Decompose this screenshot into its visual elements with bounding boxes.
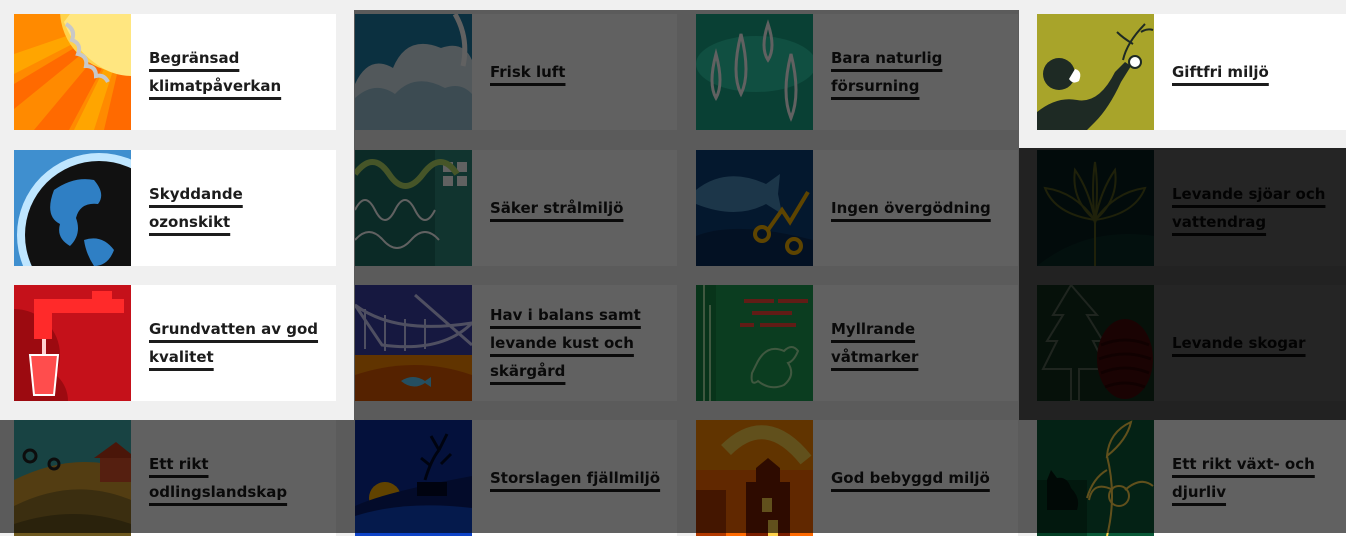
boat-fish-icon	[355, 285, 472, 401]
farm-landscape-icon	[14, 420, 131, 536]
buildings-icon	[696, 420, 813, 536]
goal-title: Skyddande ozonskikt	[131, 180, 336, 236]
frog-icon	[696, 285, 813, 401]
goal-card-hav-i-balans[interactable]: Hav i balans samt levande kust och skärg…	[355, 285, 677, 401]
goal-title-link[interactable]: Levande skogar	[1172, 334, 1306, 352]
goal-title-link[interactable]: Säker strålmiljö	[490, 199, 623, 217]
goal-title-link[interactable]: Frisk luft	[490, 63, 565, 81]
goal-title: Ett rikt växt- och djurliv	[1154, 450, 1346, 506]
globe-icon	[14, 150, 131, 266]
goal-title-link[interactable]: Grundvatten av god kvalitet	[149, 320, 318, 366]
person-reaching-icon	[1037, 14, 1154, 130]
goal-card-levande-sjoar-och-vattendrag[interactable]: Levande sjöar och vattendrag	[1037, 150, 1346, 266]
goal-title-link[interactable]: Ingen övergödning	[831, 199, 991, 217]
goal-card-frisk-luft[interactable]: Frisk luft	[355, 14, 677, 130]
goal-title: Myllrande våtmarker	[813, 315, 1018, 371]
goal-card-bara-naturlig-forsurning[interactable]: Bara naturlig försurning	[696, 14, 1018, 130]
goal-card-storslagen-fjallmiljo[interactable]: Storslagen fjällmiljö	[355, 420, 677, 536]
goal-title-link[interactable]: Skyddande ozonskikt	[149, 185, 243, 231]
goal-card-skyddande-ozonskikt[interactable]: Skyddande ozonskikt	[14, 150, 336, 266]
fish-molecule-icon	[696, 150, 813, 266]
goal-title: Hav i balans samt levande kust och skärg…	[472, 301, 677, 385]
goal-title-link[interactable]: Ett rikt växt- och djurliv	[1172, 455, 1315, 501]
environmental-goals-grid: Begränsad klimatpåverkan Frisk luft Bara…	[0, 0, 1346, 536]
water-lily-icon	[1037, 150, 1154, 266]
cloud-icon	[355, 14, 472, 130]
goal-title: Giftfri miljö	[1154, 58, 1283, 86]
goal-title: Levande sjöar och vattendrag	[1154, 180, 1346, 236]
goal-title-link[interactable]: Hav i balans samt levande kust och skärg…	[490, 306, 641, 380]
goal-card-myllrande-vatmarker[interactable]: Myllrande våtmarker	[696, 285, 1018, 401]
goal-title-link[interactable]: Bara naturlig försurning	[831, 49, 942, 95]
goal-title: Frisk luft	[472, 58, 579, 86]
raindrops-icon	[696, 14, 813, 130]
goal-title: God bebyggd miljö	[813, 464, 1004, 492]
goal-title: Begränsad klimatpåverkan	[131, 44, 336, 100]
sun-icon	[14, 14, 131, 130]
goal-title: Ett rikt odlingslandskap	[131, 450, 336, 506]
goal-title-link[interactable]: Giftfri miljö	[1172, 63, 1269, 81]
goal-title-link[interactable]: Levande sjöar och vattendrag	[1172, 185, 1325, 231]
cat-orchid-icon	[1037, 420, 1154, 536]
goal-title: Säker strålmiljö	[472, 194, 637, 222]
waves-window-icon	[355, 150, 472, 266]
spruce-cone-icon	[1037, 285, 1154, 401]
goal-title-link[interactable]: God bebyggd miljö	[831, 469, 990, 487]
goal-card-giftfri-miljo[interactable]: Giftfri miljö	[1037, 14, 1346, 130]
goal-title: Bara naturlig försurning	[813, 44, 1018, 100]
tap-glass-icon	[14, 285, 131, 401]
goal-title: Storslagen fjällmiljö	[472, 464, 674, 492]
goal-title: Grundvatten av god kvalitet	[131, 315, 336, 371]
goal-card-ett-rikt-vaxt-och-djurliv[interactable]: Ett rikt växt- och djurliv	[1037, 420, 1346, 536]
goal-title: Ingen övergödning	[813, 194, 1005, 222]
goal-card-grundvatten-av-god-kvalitet[interactable]: Grundvatten av god kvalitet	[14, 285, 336, 401]
goal-title-link[interactable]: Myllrande våtmarker	[831, 320, 918, 366]
goal-card-ingen-overgodning[interactable]: Ingen övergödning	[696, 150, 1018, 266]
goal-title-link[interactable]: Ett rikt odlingslandskap	[149, 455, 287, 501]
goal-card-saker-stralmiljo[interactable]: Säker strålmiljö	[355, 150, 677, 266]
goal-card-ett-rikt-odlingslandskap[interactable]: Ett rikt odlingslandskap	[14, 420, 336, 536]
goal-card-levande-skogar[interactable]: Levande skogar	[1037, 285, 1346, 401]
goal-title-link[interactable]: Begränsad klimatpåverkan	[149, 49, 281, 95]
reindeer-icon	[355, 420, 472, 536]
goal-card-god-bebyggd-miljo[interactable]: God bebyggd miljö	[696, 420, 1018, 536]
goal-title-link[interactable]: Storslagen fjällmiljö	[490, 469, 660, 487]
goal-title: Levande skogar	[1154, 329, 1320, 357]
goal-card-begransad-klimatpaverkan[interactable]: Begränsad klimatpåverkan	[14, 14, 336, 130]
